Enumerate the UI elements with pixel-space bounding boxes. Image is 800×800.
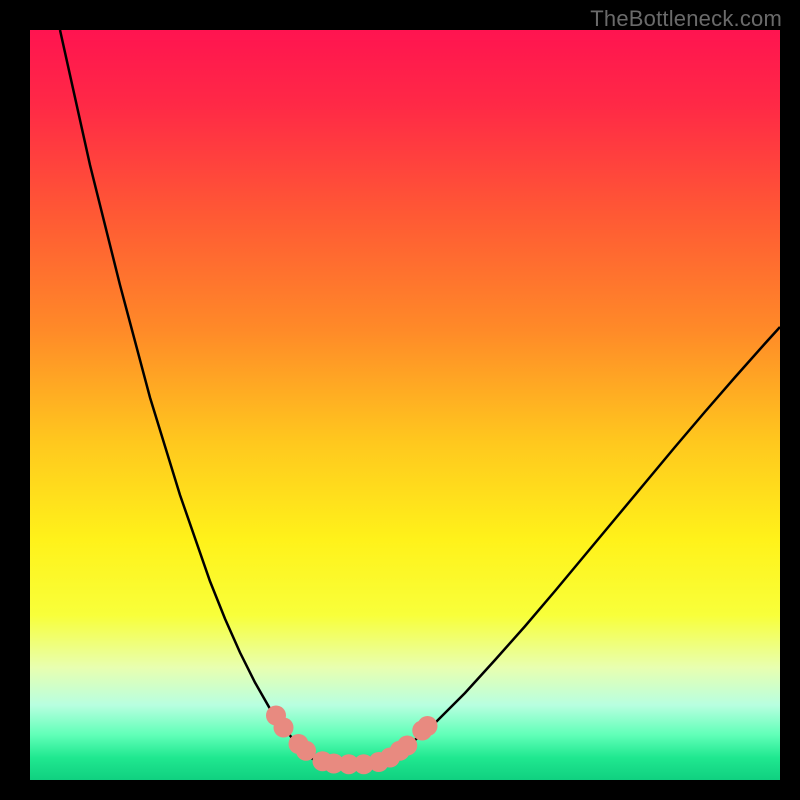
watermark-text: TheBottleneck.com xyxy=(590,6,782,32)
chart-frame: TheBottleneck.com xyxy=(0,0,800,800)
plot-area xyxy=(30,30,780,780)
marker-dot xyxy=(296,741,316,761)
gradient-background xyxy=(30,30,780,780)
marker-dot xyxy=(418,716,438,736)
marker-dot xyxy=(397,736,417,756)
marker-dot xyxy=(274,718,294,738)
chart-svg xyxy=(30,30,780,780)
